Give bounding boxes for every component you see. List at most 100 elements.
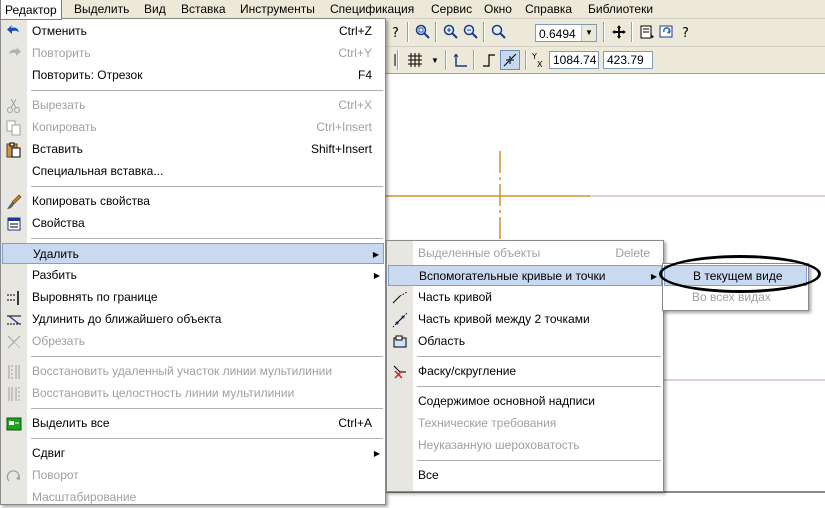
menu-item-copy-properties[interactable]: Копировать свойства: [2, 191, 384, 212]
zoom-out-icon[interactable]: [461, 22, 481, 42]
menu-item-select-all[interactable]: Выделить все Ctrl+A: [2, 413, 384, 434]
select-all-icon: [6, 416, 22, 432]
menu-help[interactable]: Справка: [521, 0, 576, 18]
menu-item-align-boundary[interactable]: Выровнять по границе: [2, 287, 384, 308]
menu-select[interactable]: Выделить: [70, 0, 133, 18]
cursor-coords-icon: YX: [529, 50, 549, 70]
menu-item-area[interactable]: Область: [388, 331, 662, 352]
menu-item-undo[interactable]: Отменить Ctrl+Z: [2, 21, 384, 42]
show-all-icon[interactable]: [637, 22, 657, 42]
refresh-view-icon[interactable]: [657, 22, 677, 42]
menu-item-tech-requirements[interactable]: Технические требования: [388, 413, 662, 434]
menu-item-chamfer-fillet[interactable]: Фаску/скругление: [388, 361, 662, 382]
menu-item-selected-objects[interactable]: Выделенные объекты Delete: [388, 243, 662, 264]
menu-item-rotate[interactable]: Поворот: [2, 465, 384, 486]
menu-view[interactable]: Вид: [140, 0, 170, 18]
curve-between-points-icon: [392, 312, 408, 328]
redo-icon: [6, 46, 22, 62]
toolbar-separator: [603, 22, 605, 42]
pan-icon[interactable]: [609, 22, 629, 42]
submenu-arrow-icon: ▶: [373, 271, 380, 280]
coord-x-field[interactable]: 1084.74: [549, 51, 599, 69]
menu-item-copy[interactable]: Копировать Ctrl+Insert: [2, 117, 384, 138]
menu-tools[interactable]: Инструменты: [236, 0, 319, 18]
paste-icon: [6, 142, 22, 158]
svg-text:?: ?: [392, 26, 399, 39]
menu-item-paste[interactable]: Вставить Shift+Insert: [2, 139, 384, 160]
menu-item-restore-integrity[interactable]: Восстановить целостность линии мультилин…: [2, 383, 384, 404]
align-boundary-icon: [6, 290, 22, 306]
highlight-oval: [659, 255, 821, 293]
area-icon: [392, 334, 408, 350]
menu-separator: [31, 356, 383, 357]
menu-item-repeat-segment[interactable]: Повторить: Отрезок F4: [2, 65, 384, 86]
toolbar-separator: [445, 50, 447, 70]
toolbar-separator: [397, 50, 399, 70]
menu-separator: [417, 356, 661, 357]
toolbar-separator: [525, 50, 527, 70]
toolbar-separator: [473, 50, 475, 70]
brush-icon: [6, 194, 22, 210]
menu-item-extend[interactable]: Удлинить до ближайшего объекта: [2, 309, 384, 330]
standard-toolbar: ? 0.6494 ▼ ?: [385, 19, 825, 47]
menu-item-trim[interactable]: Обрезать: [2, 331, 384, 352]
toolbar-separator: [631, 22, 633, 42]
restore-integrity-icon: [6, 386, 22, 402]
submenu-arrow-icon: ▶: [372, 250, 379, 259]
current-state-toolbar: ▼ YX 1084.74 423.79: [385, 47, 825, 74]
menu-separator: [31, 186, 383, 187]
dropdown-arrow-icon[interactable]: ?: [677, 22, 697, 42]
restore-segment-icon: [6, 364, 22, 380]
editor-menu: Отменить Ctrl+Z Повторить Ctrl+Y Повтори…: [0, 18, 386, 505]
cut-icon: [6, 98, 22, 114]
toolbar-separator: [407, 22, 409, 42]
copy-icon: [6, 120, 22, 136]
curve-part-icon: [392, 290, 408, 306]
coord-y-field[interactable]: 423.79: [603, 51, 653, 69]
svg-text:?: ?: [682, 26, 689, 39]
snap-icon[interactable]: [500, 50, 520, 70]
menu-insert[interactable]: Вставка: [177, 0, 230, 18]
ortho-mode-icon[interactable]: [479, 50, 499, 70]
zoom-window-icon[interactable]: [413, 22, 433, 42]
menu-item-roughness[interactable]: Неуказанную шероховатость: [388, 435, 662, 456]
menubar: Редактор Выделить Вид Вставка Инструмент…: [0, 0, 825, 20]
zoom-combo[interactable]: 0.6494 ▼: [535, 24, 597, 42]
menu-item-title-block[interactable]: Содержимое основной надписи: [388, 391, 662, 412]
submenu-arrow-icon: ▶: [373, 449, 380, 458]
dropdown-arrow-icon[interactable]: ?: [387, 22, 407, 42]
menu-item-curve-part[interactable]: Часть кривой: [388, 287, 662, 308]
chevron-down-icon[interactable]: ▼: [581, 25, 596, 41]
menu-item-curve-between-points[interactable]: Часть кривой между 2 точками: [388, 309, 662, 330]
delete-submenu: Выделенные объекты Delete Вспомогательны…: [386, 240, 664, 492]
menu-libraries[interactable]: Библиотеки: [584, 0, 657, 18]
toolbar-separator: [435, 22, 437, 42]
undo-icon: [6, 24, 22, 40]
menu-item-paste-special[interactable]: Специальная вставка...: [2, 161, 384, 182]
properties-icon: [6, 216, 22, 232]
menu-editor[interactable]: Редактор: [0, 0, 62, 20]
menu-item-properties[interactable]: Свойства: [2, 213, 384, 234]
chamfer-icon: [392, 364, 408, 380]
menu-window[interactable]: Окно: [480, 0, 516, 18]
zoom-scale-icon[interactable]: [489, 22, 509, 42]
menu-item-shift[interactable]: Сдвиг ▶: [2, 443, 384, 464]
menu-specification[interactable]: Спецификация: [326, 0, 418, 18]
zoom-value: 0.6494: [539, 27, 576, 41]
menu-item-redo[interactable]: Повторить Ctrl+Y: [2, 43, 384, 64]
menu-item-split[interactable]: Разбить ▶: [2, 265, 384, 286]
menu-item-delete[interactable]: Удалить ▶: [2, 243, 384, 264]
menu-separator: [31, 438, 383, 439]
menu-separator: [31, 90, 383, 91]
menu-service[interactable]: Сервис: [427, 0, 476, 18]
menu-item-cut[interactable]: Вырезать Ctrl+X: [2, 95, 384, 116]
trim-icon: [6, 334, 22, 350]
orthogonal-icon[interactable]: [451, 50, 471, 70]
menu-separator: [31, 238, 383, 239]
grid-icon[interactable]: [405, 50, 425, 70]
menu-item-all[interactable]: Все: [388, 465, 662, 486]
menu-item-restore-segment[interactable]: Восстановить удаленный участок линии мул…: [2, 361, 384, 382]
menu-item-aux-curves[interactable]: Вспомогательные кривые и точки ▶: [388, 265, 662, 286]
chevron-down-icon[interactable]: ▼: [425, 50, 445, 70]
zoom-in-icon[interactable]: [441, 22, 461, 42]
